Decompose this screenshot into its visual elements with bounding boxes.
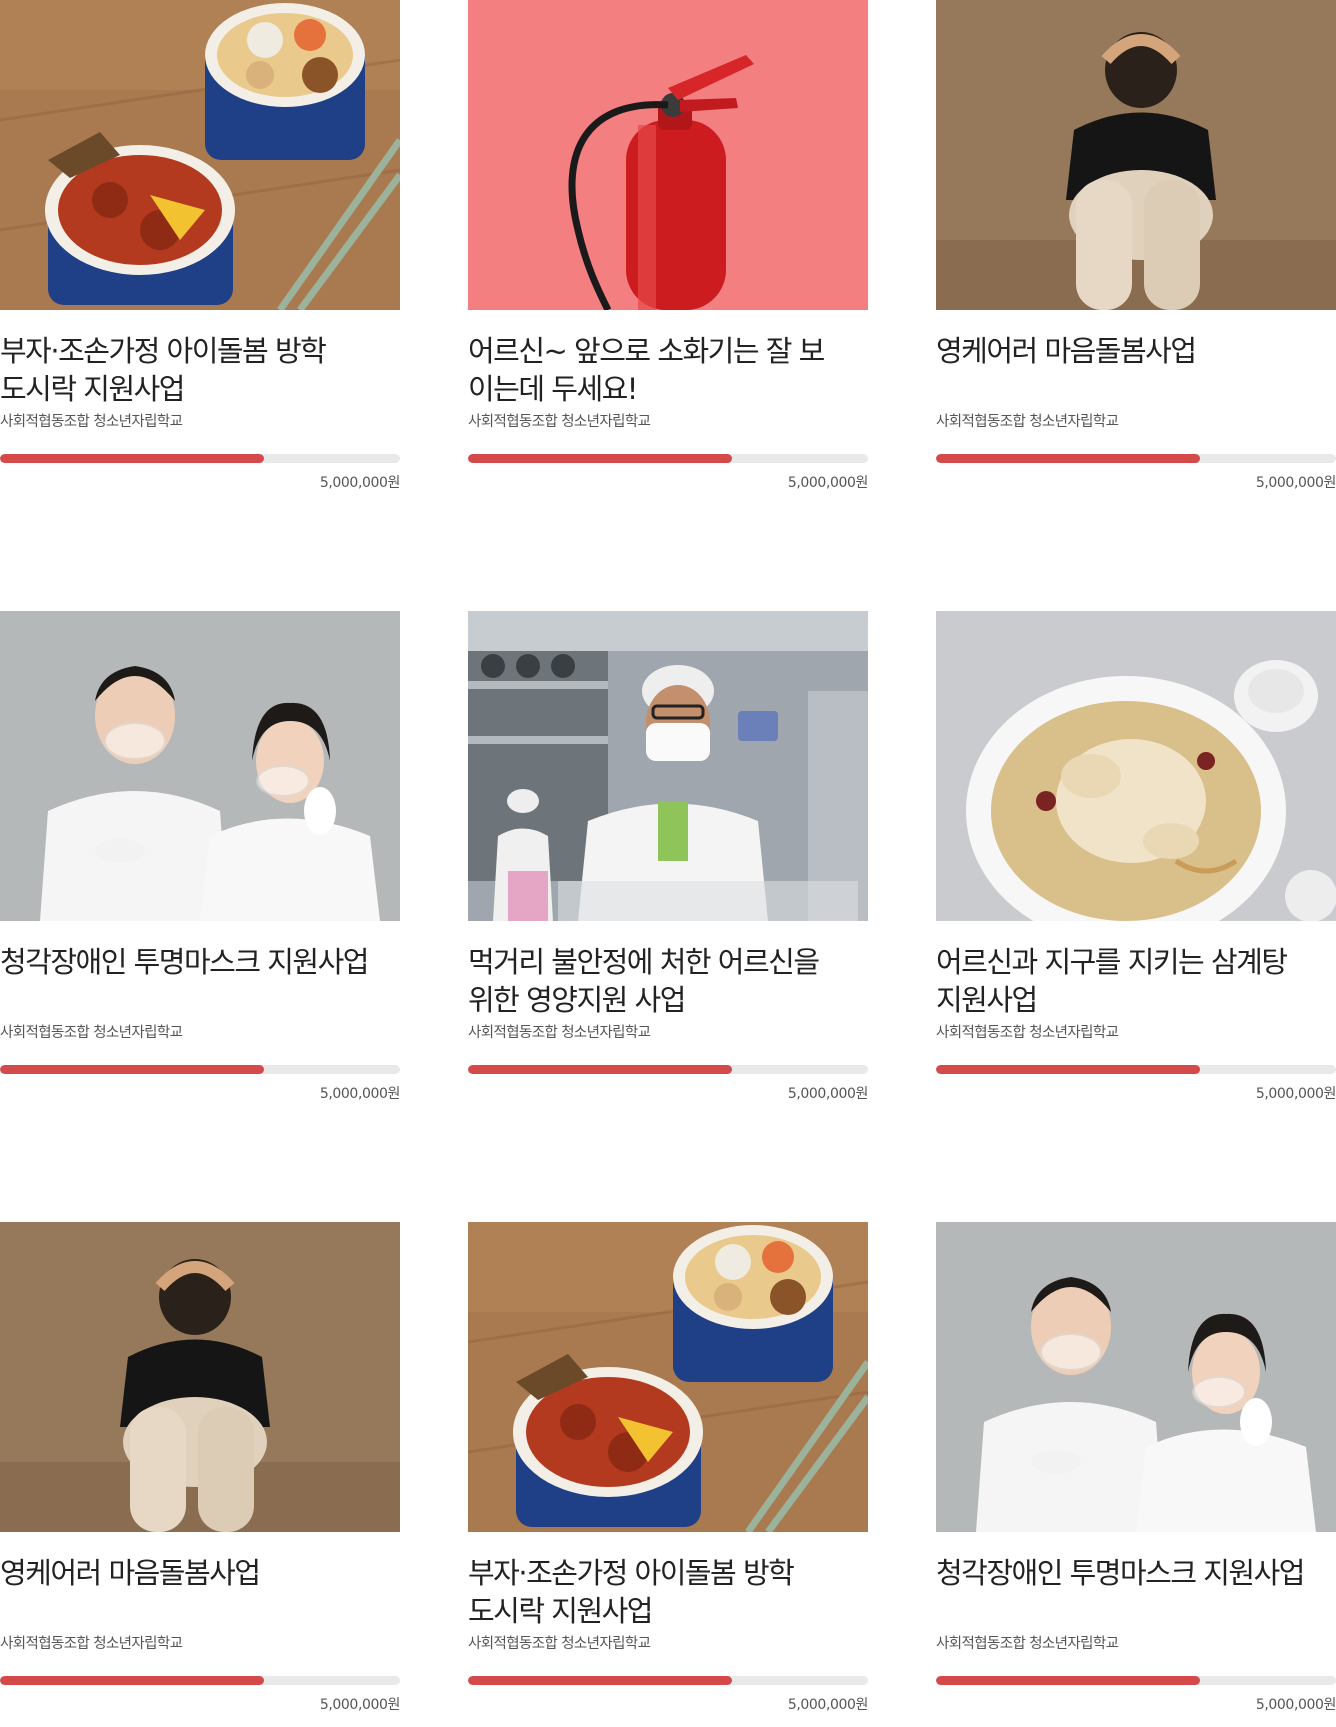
project-title-line: 어르신~ 앞으로 소화기는 잘 보 [468, 334, 825, 368]
project-grid: 부자·조손가정 아이돌봄 방학 도시락 지원사업 사회적협동조합 청소년자립학교… [0, 0, 1336, 1727]
project-thumbnail[interactable] [0, 611, 400, 921]
organization-name: 사회적협동조합 청소년자립학교 [936, 1636, 1119, 1652]
lunchbox-photo-icon [468, 1222, 868, 1532]
project-thumbnail[interactable] [936, 611, 1336, 921]
funding-amount: 5,000,000원 [319, 1697, 401, 1713]
funding-progress-fill [936, 1065, 1200, 1074]
project-thumbnail[interactable] [468, 1222, 868, 1532]
funding-progress-fill [468, 454, 732, 463]
project-title-line: 위한 영양지원 사업 [468, 983, 686, 1017]
project-title-line: 영케어러 마음돌봄사업 [0, 1556, 261, 1590]
project-card[interactable]: 영케어러 마음돌봄사업 사회적협동조합 청소년자립학교 5,000,000원 [0, 1222, 400, 1715]
organization-name: 사회적협동조합 청소년자립학교 [936, 414, 1119, 430]
project-title[interactable]: 부자·조손가정 아이돌봄 방학 도시락 지원사업 [0, 332, 400, 408]
funding-progress-bar [468, 1065, 868, 1074]
funding-amount: 5,000,000원 [787, 475, 869, 491]
funding-progress-fill [936, 1676, 1200, 1685]
clear-mask-people-photo-icon [936, 1222, 1336, 1532]
project-title[interactable]: 영케어러 마음돌봄사업 [936, 332, 1336, 408]
project-title-line: 청각장애인 투명마스크 지원사업 [0, 945, 369, 979]
project-title[interactable]: 어르신과 지구를 지키는 삼계탕 지원사업 [936, 943, 1336, 1019]
funding-progress-fill [0, 454, 264, 463]
funding-progress-fill [0, 1065, 264, 1074]
funding-progress-fill [936, 454, 1200, 463]
project-card[interactable]: 어르신~ 앞으로 소화기는 잘 보 이는데 두세요! 사회적협동조합 청소년자립… [468, 0, 868, 493]
funding-progress-fill [468, 1676, 732, 1685]
funding-amount: 5,000,000원 [787, 1086, 869, 1102]
funding-progress-bar [468, 1676, 868, 1685]
funding-amount: 5,000,000원 [319, 475, 401, 491]
funding-progress-bar [936, 1065, 1336, 1074]
project-thumbnail[interactable] [0, 0, 400, 310]
organization-name: 사회적협동조합 청소년자립학교 [468, 1025, 651, 1041]
funding-progress-bar [468, 454, 868, 463]
project-title-line: 도시락 지원사업 [0, 372, 185, 406]
samgyetang-photo-icon [936, 611, 1336, 921]
funding-amount: 5,000,000원 [1255, 475, 1336, 491]
funding-progress-bar [0, 1065, 400, 1074]
funding-progress-bar [936, 1676, 1336, 1685]
organization-name: 사회적협동조합 청소년자립학교 [468, 414, 651, 430]
project-card[interactable]: 먹거리 불안정에 처한 어르신을 위한 영양지원 사업 사회적협동조합 청소년자… [468, 611, 868, 1104]
funding-progress-bar [0, 1676, 400, 1685]
funding-progress-fill [0, 1676, 264, 1685]
project-card[interactable]: 부자·조손가정 아이돌봄 방학 도시락 지원사업 사회적협동조합 청소년자립학교… [468, 1222, 868, 1715]
project-card[interactable]: 어르신과 지구를 지키는 삼계탕 지원사업 사회적협동조합 청소년자립학교 5,… [936, 611, 1336, 1104]
project-thumbnail[interactable] [0, 1222, 400, 1532]
project-thumbnail[interactable] [468, 611, 868, 921]
lunchbox-photo-icon [0, 0, 400, 310]
project-title-line: 부자·조손가정 아이돌봄 방학 [468, 1556, 795, 1590]
project-title-line: 이는데 두세요! [468, 372, 638, 406]
project-title-line: 지원사업 [936, 983, 1038, 1017]
project-title[interactable]: 청각장애인 투명마스크 지원사업 [936, 1554, 1336, 1630]
funding-amount: 5,000,000원 [1255, 1086, 1336, 1102]
project-thumbnail[interactable] [936, 1222, 1336, 1532]
sad-person-photo-icon [936, 0, 1336, 310]
project-title[interactable]: 영케어러 마음돌봄사업 [0, 1554, 400, 1630]
project-card[interactable]: 청각장애인 투명마스크 지원사업 사회적협동조합 청소년자립학교 5,000,0… [0, 611, 400, 1104]
project-title-line: 먹거리 불안정에 처한 어르신을 [468, 945, 820, 979]
project-title-line: 어르신과 지구를 지키는 삼계탕 [936, 945, 1288, 979]
project-title-line: 영케어러 마음돌봄사업 [936, 334, 1197, 368]
project-title-line: 도시락 지원사업 [468, 1594, 653, 1628]
project-card[interactable]: 영케어러 마음돌봄사업 사회적협동조합 청소년자립학교 5,000,000원 [936, 0, 1336, 493]
funding-progress-fill [468, 1065, 732, 1074]
organization-name: 사회적협동조합 청소년자립학교 [468, 1636, 651, 1652]
organization-name: 사회적협동조합 청소년자립학교 [0, 1636, 183, 1652]
clear-mask-people-photo-icon [0, 611, 400, 921]
funding-progress-bar [936, 454, 1336, 463]
project-title[interactable]: 부자·조손가정 아이돌봄 방학 도시락 지원사업 [468, 1554, 868, 1630]
project-thumbnail[interactable] [936, 0, 1336, 310]
funding-amount: 5,000,000원 [1255, 1697, 1336, 1713]
project-card[interactable]: 부자·조손가정 아이돌봄 방학 도시락 지원사업 사회적협동조합 청소년자립학교… [0, 0, 400, 493]
fire-extinguisher-photo-icon [468, 0, 868, 310]
project-card[interactable]: 청각장애인 투명마스크 지원사업 사회적협동조합 청소년자립학교 5,000,0… [936, 1222, 1336, 1715]
project-title[interactable]: 어르신~ 앞으로 소화기는 잘 보 이는데 두세요! [468, 332, 868, 408]
project-title[interactable]: 청각장애인 투명마스크 지원사업 [0, 943, 400, 1019]
funding-amount: 5,000,000원 [787, 1697, 869, 1713]
funding-amount: 5,000,000원 [319, 1086, 401, 1102]
organization-name: 사회적협동조합 청소년자립학교 [0, 1025, 183, 1041]
sad-person-photo-icon [0, 1222, 400, 1532]
funding-progress-bar [0, 454, 400, 463]
organization-name: 사회적협동조합 청소년자립학교 [0, 414, 183, 430]
project-title-line: 청각장애인 투명마스크 지원사업 [936, 1556, 1305, 1590]
project-title[interactable]: 먹거리 불안정에 처한 어르신을 위한 영양지원 사업 [468, 943, 868, 1019]
project-thumbnail[interactable] [468, 0, 868, 310]
kitchen-worker-photo-icon [468, 611, 868, 921]
organization-name: 사회적협동조합 청소년자립학교 [936, 1025, 1119, 1041]
project-title-line: 부자·조손가정 아이돌봄 방학 [0, 334, 327, 368]
